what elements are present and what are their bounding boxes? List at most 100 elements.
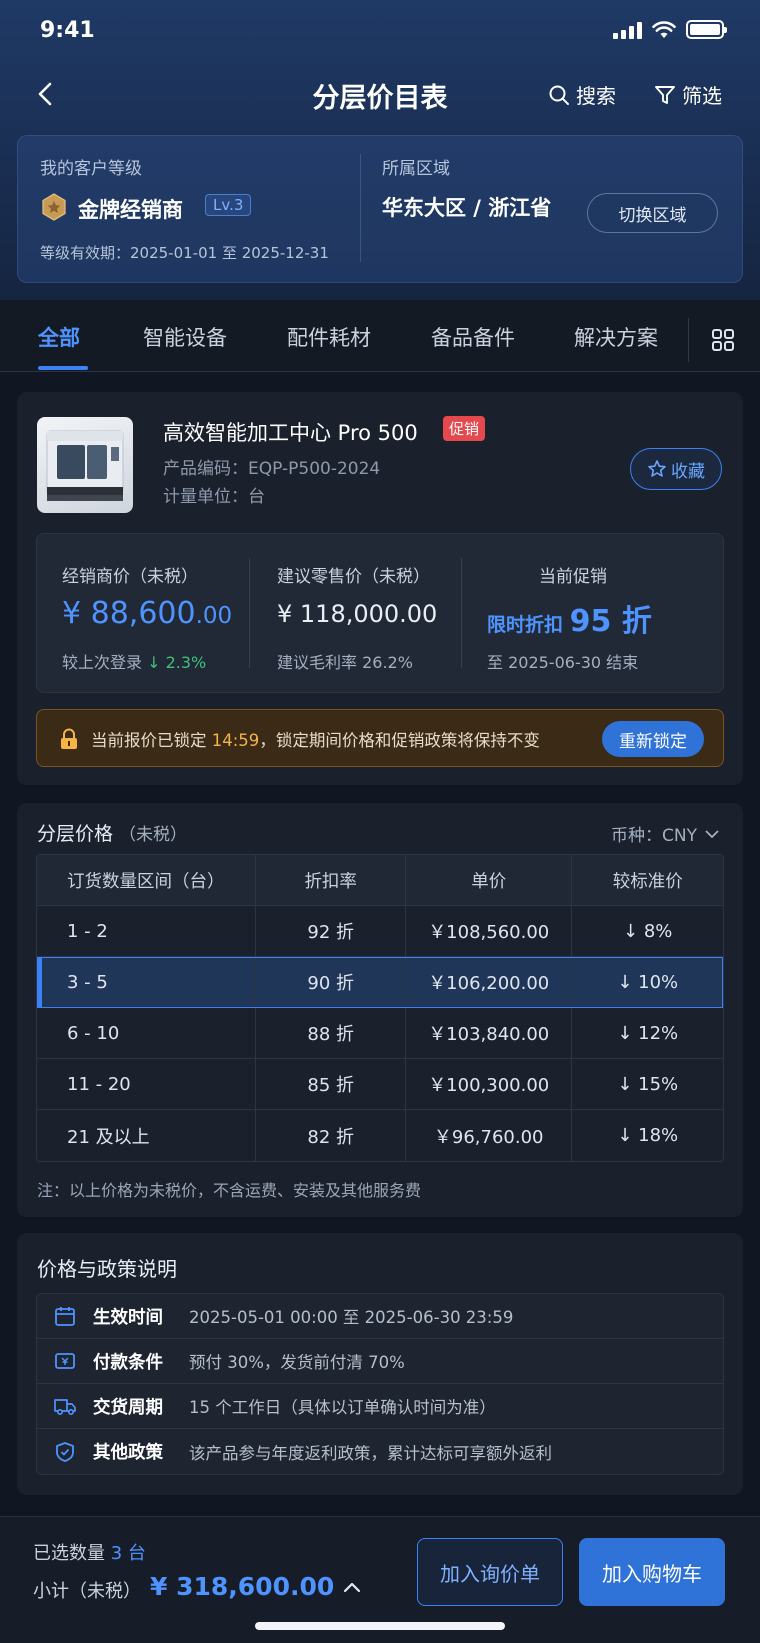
promo-block: 当前促销 限时折扣 95 折 至 2025-06-30 结束 — [487, 534, 705, 694]
cell-unit-price: ￥96,760.00 — [406, 1110, 573, 1161]
cell-vs-standard: ↓ 10% — [617, 971, 679, 993]
add-to-cart-button[interactable]: 加入购物车 — [579, 1538, 725, 1606]
tab-solutions[interactable]: 解决方案 — [574, 322, 658, 352]
truck-icon — [54, 1399, 76, 1416]
calendar-icon — [55, 1307, 75, 1326]
page-title: 分层价目表 — [312, 83, 448, 114]
tab-spare-parts[interactable]: 备品备件 — [431, 322, 515, 352]
cell-discount: 90 折 — [256, 957, 406, 1007]
table-row[interactable]: 6 - 10 88 折 ￥103,840.00 ↓ 12% — [37, 1008, 723, 1059]
search-icon — [549, 85, 569, 105]
retail-price-label: 建议零售价（未税） — [277, 567, 430, 587]
filter-label: 筛选 — [682, 84, 722, 108]
lock-message: 当前报价已锁定 14:59，锁定期间价格和促销政策将保持不变 — [91, 731, 540, 750]
cell-unit-price: ￥106,200.00 — [406, 957, 573, 1007]
cell-unit-price: ￥108,560.00 — [406, 906, 573, 956]
switch-region-button[interactable]: 切换区域 — [587, 193, 718, 233]
level-validity: 等级有效期：2025-01-01 至 2025-12-31 — [40, 244, 329, 262]
header-unit-price: 单价 — [406, 855, 573, 905]
search-button[interactable]: 搜索 — [548, 80, 616, 109]
region-value: 华东大区 / 浙江省 — [382, 196, 552, 220]
policy-title: 价格与政策说明 — [37, 1257, 177, 1281]
policy-card: 价格与政策说明 生效时间 2025-05-01 00:00 至 2025-06-… — [17, 1233, 743, 1495]
level-label: 我的客户等级 — [40, 159, 142, 179]
policy-key: 生效时间 — [93, 1307, 163, 1328]
retail-price-block: 建议零售价（未税） ¥ 118,000.00 建议毛利率 26.2% — [277, 534, 467, 694]
product-image[interactable] — [37, 417, 133, 513]
table-row[interactable]: 1 - 2 92 折 ￥108,560.00 ↓ 8% — [37, 906, 723, 957]
level-name: 金牌经销商 — [78, 198, 183, 222]
promo-end: 至 2025-06-30 结束 — [487, 653, 639, 672]
wifi-icon — [652, 20, 676, 38]
selected-quantity: 已选数量 3 台 — [33, 1543, 146, 1564]
status-time: 9:41 — [40, 18, 95, 43]
level-tag: Lv.3 — [205, 194, 252, 216]
gold-medal-icon — [42, 193, 66, 221]
dealer-price-label: 经销商价（未税） — [62, 567, 198, 587]
dealer-price-block: 经销商价（未税） ¥ 88,600.00 较上次登录 ↓ 2.3% — [62, 534, 252, 694]
subtotal-label: 小计（未税） — [33, 1581, 141, 1602]
table-header: 订货数量区间（台） 折扣率 单价 较标准价 — [37, 855, 723, 906]
tab-separator — [688, 318, 689, 362]
dealer-price-value: ¥ 88,600.00 — [62, 596, 233, 631]
active-tab-indicator — [38, 366, 88, 370]
cell-qty: 6 - 10 — [37, 1008, 257, 1058]
add-to-inquiry-button[interactable]: 加入询价单 — [417, 1538, 563, 1606]
currency-select[interactable]: 币种：CNY — [611, 821, 719, 846]
cell-discount: 92 折 — [256, 906, 406, 956]
tab-accessories[interactable]: 配件耗材 — [287, 322, 371, 352]
signal-icon — [613, 21, 642, 39]
shield-icon — [56, 1441, 74, 1462]
tier-title: 分层价格 （未税） — [37, 823, 188, 845]
customer-info-card: 我的客户等级 金牌经销商 Lv.3 等级有效期：2025-01-01 至 202… — [17, 135, 743, 283]
policy-item-payment: 付款条件 预付 30%，发货前付清 70% — [37, 1339, 723, 1384]
policy-value: 预付 30%，发货前付清 70% — [189, 1353, 405, 1372]
product-unit: 计量单位：台 — [163, 487, 265, 507]
cell-qty: 11 - 20 — [37, 1059, 257, 1109]
table-row[interactable]: 11 - 20 85 折 ￥100,300.00 ↓ 15% — [37, 1059, 723, 1110]
product-code: 产品编码：EQP-P500-2024 — [163, 459, 381, 479]
lock-icon — [61, 728, 77, 749]
subtotal-amount: ¥ 318,600.00 — [150, 1572, 335, 1601]
policy-item-other: 其他政策 该产品参与年度返利政策，累计达标可享额外返利 — [37, 1429, 723, 1474]
table-row-selected[interactable]: 3 - 5 90 折 ￥106,200.00 ↓ 10% — [37, 957, 723, 1008]
tab-all[interactable]: 全部 — [38, 322, 80, 352]
cell-unit-price: ￥100,300.00 — [406, 1059, 573, 1109]
policy-key: 付款条件 — [93, 1352, 163, 1373]
cell-qty: 21 及以上 — [37, 1110, 257, 1161]
cell-discount: 88 折 — [256, 1008, 406, 1058]
price-lock-banner: 当前报价已锁定 14:59，锁定期间价格和促销政策将保持不变 重新锁定 — [36, 709, 724, 767]
lock-countdown: 14:59 — [211, 731, 260, 750]
star-icon — [648, 460, 666, 477]
home-indicator — [255, 1622, 505, 1630]
category-tabs: 全部 智能设备 配件耗材 备品备件 解决方案 — [0, 300, 760, 372]
policy-key: 其他政策 — [93, 1443, 163, 1463]
filter-button[interactable]: 筛选 — [654, 80, 722, 109]
header-discount: 折扣率 — [256, 855, 406, 905]
tiered-price-card: 分层价格 （未税） 币种：CNY 订货数量区间（台） 折扣率 单价 较标准价 1 … — [17, 803, 743, 1217]
card-divider — [360, 154, 361, 262]
price-summary: 经销商价（未税） ¥ 88,600.00 较上次登录 ↓ 2.3% 建议零售价（… — [36, 533, 724, 693]
tier-table: 订货数量区间（台） 折扣率 单价 较标准价 1 - 2 92 折 ￥108,56… — [36, 854, 724, 1162]
policy-item-delivery: 交货周期 15 个工作日（具体以订单确认时间为准） — [37, 1384, 723, 1429]
policy-key: 交货周期 — [93, 1397, 163, 1418]
chevron-up-icon[interactable] — [342, 1580, 362, 1594]
filter-icon — [655, 85, 675, 104]
retail-margin: 建议毛利率 26.2% — [277, 653, 413, 672]
tier-note: 注：以上价格为未税价，不含运费、安装及其他服务费 — [37, 1181, 422, 1200]
retail-price-value: ¥ 118,000.00 — [277, 600, 438, 628]
cell-vs-standard: ↓ 8% — [623, 920, 673, 942]
favorite-button[interactable]: 收藏 — [630, 448, 722, 490]
promo-value: 限时折扣 95 折 — [487, 604, 652, 639]
relock-button[interactable]: 重新锁定 — [602, 721, 704, 757]
price-divider — [249, 558, 250, 668]
status-icons — [613, 20, 727, 39]
tab-smart-devices[interactable]: 智能设备 — [143, 322, 227, 352]
cell-qty: 3 - 5 — [37, 957, 257, 1007]
search-label: 搜索 — [576, 84, 616, 108]
price-divider — [461, 558, 462, 668]
payment-icon — [55, 1353, 75, 1369]
table-row[interactable]: 21 及以上 82 折 ￥96,760.00 ↓ 18% — [37, 1110, 723, 1161]
grid-menu-icon[interactable] — [711, 328, 735, 352]
cell-qty: 1 - 2 — [37, 906, 257, 956]
